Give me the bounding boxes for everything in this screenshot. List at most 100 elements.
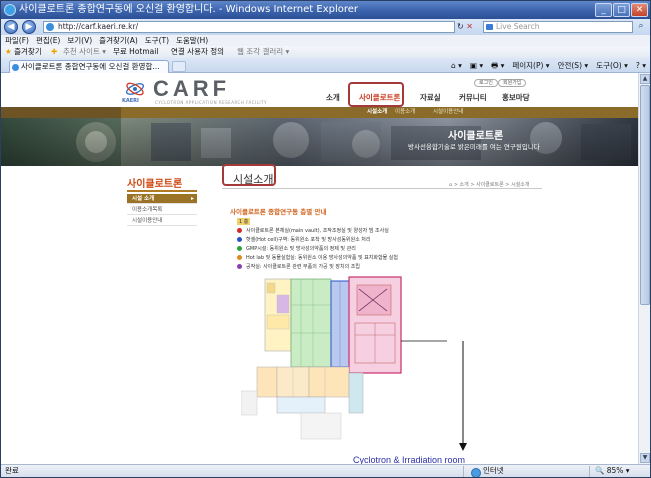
legend-text: 공작실: 사이클로트론 관련 부품의 가공 및 장치의 조립 <box>246 264 361 270</box>
legend-dot-icon <box>237 237 242 242</box>
star-icon: ★ <box>5 47 12 56</box>
legend-item: 사이클로트론 본체실(main vault), 조작조정실 및 양성자 빔 조사… <box>237 227 389 235</box>
address-tools: ↻ ✕ <box>457 21 473 33</box>
scroll-up-button[interactable]: ▲ <box>640 74 650 84</box>
safety-menu[interactable]: 안전(S) ▾ <box>558 60 589 72</box>
page-viewport[interactable]: KAERI CARF CYCLOTRON APPLICATION RESEARC… <box>1 73 650 464</box>
maximize-button[interactable]: □ <box>613 3 630 17</box>
gnb-community[interactable]: 커뮤니티 <box>459 92 487 103</box>
address-row: ◀ ▶ http://carf.kaeri.re.kr/ ↻ ✕ Live Se… <box>1 19 650 35</box>
gnb-highlight-box <box>348 82 404 107</box>
legend-text: GMP시설: 동위원소 및 방사성의약품의 정제 및 관리 <box>246 246 356 252</box>
status-divider <box>463 466 464 477</box>
hero-subtitle: 방사선융합기술로 밝은미래를 여는 연구원입니다 <box>408 143 540 151</box>
hero-title: 사이클로트론 <box>448 131 504 142</box>
legend-dot-icon <box>237 264 242 269</box>
section-title: 사이클로트론 종합연구동 층별 안내 <box>230 208 327 216</box>
address-input[interactable]: http://carf.kaeri.re.kr/ <box>43 21 455 33</box>
back-button[interactable]: ◀ <box>4 20 18 34</box>
legend-item: 핫셀(Hot cell)구역: 동위원소 포착 및 방사성동위원소 처리 <box>237 236 371 244</box>
subnav-usage-guide[interactable]: 시설이용안내 <box>433 108 463 117</box>
security-zone[interactable]: 인터넷 <box>471 465 504 477</box>
gnb-intro[interactable]: 소개 <box>326 92 340 103</box>
favorite-web-slice-gallery[interactable]: 웹 조각 갤러리 ▾ <box>237 46 289 58</box>
command-bar: ⌂ ▾ ▣ ▾ 🖶 ▾ 페이지(P) ▾ 안전(S) ▾ 도구(O) ▾ ? ▾ <box>451 60 646 72</box>
stop-icon[interactable]: ✕ <box>466 22 473 31</box>
lnb-item-usage-list[interactable]: 이용소개목록 <box>127 205 197 215</box>
scroll-thumb[interactable] <box>640 85 650 305</box>
status-divider <box>589 466 590 477</box>
page-menu[interactable]: 페이지(P) ▾ <box>512 60 549 72</box>
lnb-item-facility[interactable]: 시설 소개 <box>127 194 197 204</box>
subnav-facility[interactable]: 시설소개 <box>367 108 387 117</box>
legend-item: GMP시설: 동위원소 및 방사성의약품의 정제 및 관리 <box>237 245 356 253</box>
close-button[interactable]: ✕ <box>631 3 648 17</box>
search-go-icon[interactable]: ⌕ <box>635 21 647 33</box>
ie-window: 사이클로트론 종합연구동에 오신걸 환영합니다. - Windows Inter… <box>0 0 651 478</box>
menu-file[interactable]: 파일(F) <box>5 35 29 46</box>
refresh-icon[interactable]: ↻ <box>457 22 464 31</box>
menu-tools[interactable]: 도구(T) <box>145 35 169 46</box>
address-url: http://carf.kaeri.re.kr/ <box>58 22 139 31</box>
favorite-suggested-sites[interactable]: 추천 사이트 ▾ <box>63 46 106 58</box>
window-title: 사이클로트론 종합연구동에 오신걸 환영합니다. - Windows Inter… <box>19 4 359 15</box>
favorites-button[interactable]: ★ 즐겨찾기 <box>5 46 42 58</box>
page-title: 시설소개 <box>233 173 274 186</box>
tools-menu[interactable]: 도구(O) ▾ <box>596 60 628 72</box>
lnb-title: 사이클로트론 <box>127 179 183 190</box>
ie-logo-icon <box>4 4 16 16</box>
zoom-level[interactable]: 🔍 85% ▾ <box>595 465 630 477</box>
hero-banner: 사이클로트론 방사선융합기술로 밝은미래를 여는 연구원입니다 <box>1 118 638 166</box>
kaeri-emblem-icon <box>126 82 144 96</box>
minimize-button[interactable]: _ <box>595 3 612 17</box>
gnb-pr[interactable]: 홍보마당 <box>502 92 530 103</box>
floor-label: 1 층 <box>237 218 251 225</box>
menu-view[interactable]: 보기(V) <box>67 35 92 46</box>
legend-item: 공작실: 사이클로트론 관련 부품의 가공 및 장치의 조립 <box>237 263 360 271</box>
hero-machinery-image <box>1 118 638 166</box>
legend-dot-icon <box>237 255 242 260</box>
floor-plan-image <box>241 275 447 445</box>
forward-button[interactable]: ▶ <box>22 20 36 34</box>
subnav-band-left <box>1 107 121 118</box>
favorite-customize-links[interactable]: 연결 사용자 정의 <box>171 46 224 58</box>
breadcrumb[interactable]: ⌂ > 소개 > 사이클로트론 > 시설소개 <box>449 181 529 188</box>
gnb-archive[interactable]: 자료실 <box>420 92 441 103</box>
tab-row: 사이클로트론 종합연구동에 오신걸 환영합... ⌂ ▾ ▣ ▾ 🖶 ▾ 페이지… <box>1 58 650 73</box>
login-link[interactable]: 로그인 <box>474 79 498 87</box>
legend-text: Hot lab 및 동물실험실: 동위원소 이용 방사성의약품 및 표지화합물 … <box>246 255 398 261</box>
site-logo[interactable]: CARF <box>153 76 230 102</box>
menu-bar: 파일(F) 편집(E) 보기(V) 즐겨찾기(A) 도구(T) 도움말(H) <box>1 35 650 46</box>
print-button[interactable]: 🖶 ▾ <box>491 60 504 72</box>
title-divider <box>222 188 542 189</box>
legend-dot-icon <box>237 228 242 233</box>
new-tab-button[interactable] <box>172 61 186 72</box>
add-favorite-icon[interactable]: ✚ <box>51 46 57 58</box>
title-bar[interactable]: 사이클로트론 종합연구동에 오신걸 환영합니다. - Windows Inter… <box>1 1 650 19</box>
lnb-item-usage-guide[interactable]: 시설이용안내 <box>127 216 197 226</box>
lnb-divider <box>127 190 197 192</box>
pointer-arrow-icon <box>459 341 467 451</box>
vertical-scrollbar[interactable]: ▲ ▼ <box>638 73 650 464</box>
browser-tab-active[interactable]: 사이클로트론 종합연구동에 오신걸 환영합... <box>9 60 169 73</box>
favorite-hotmail[interactable]: 무료 Hotmail <box>113 46 158 58</box>
home-button[interactable]: ⌂ ▾ <box>451 60 462 72</box>
legend-dot-icon <box>237 246 242 251</box>
menu-favorites[interactable]: 즐겨찾기(A) <box>99 35 138 46</box>
status-text: 완료 <box>5 466 19 475</box>
logo-subtitle: CYCLOTRON APPLICATION RESEARCH FACILITY <box>155 100 267 105</box>
live-search-input[interactable]: Live Search <box>483 21 633 33</box>
legend-item: Hot lab 및 동물실험실: 동위원소 이용 방사성의약품 및 표지화합물 … <box>237 254 398 262</box>
favorites-bar: ★ 즐겨찾기 ✚ 추천 사이트 ▾ 무료 Hotmail 연결 사용자 정의 웹… <box>1 46 650 58</box>
join-link[interactable]: 회원가입 <box>498 79 527 87</box>
feeds-button[interactable]: ▣ ▾ <box>470 60 483 72</box>
legend-text: 핫셀(Hot cell)구역: 동위원소 포착 및 방사성동위원소 처리 <box>246 237 371 243</box>
site-header: KAERI CARF CYCLOTRON APPLICATION RESEARC… <box>1 73 638 107</box>
menu-help[interactable]: 도움말(H) <box>176 35 208 46</box>
subnav-usage[interactable]: 이용소개 <box>395 108 415 117</box>
favorites-label: 즐겨찾기 <box>14 47 42 56</box>
help-menu[interactable]: ? ▾ <box>636 60 646 72</box>
scroll-down-button[interactable]: ▼ <box>640 453 650 463</box>
legend-text: 사이클로트론 본체실(main vault), 조작조정실 및 양성자 빔 조사… <box>246 228 389 234</box>
menu-edit[interactable]: 편집(E) <box>36 35 60 46</box>
